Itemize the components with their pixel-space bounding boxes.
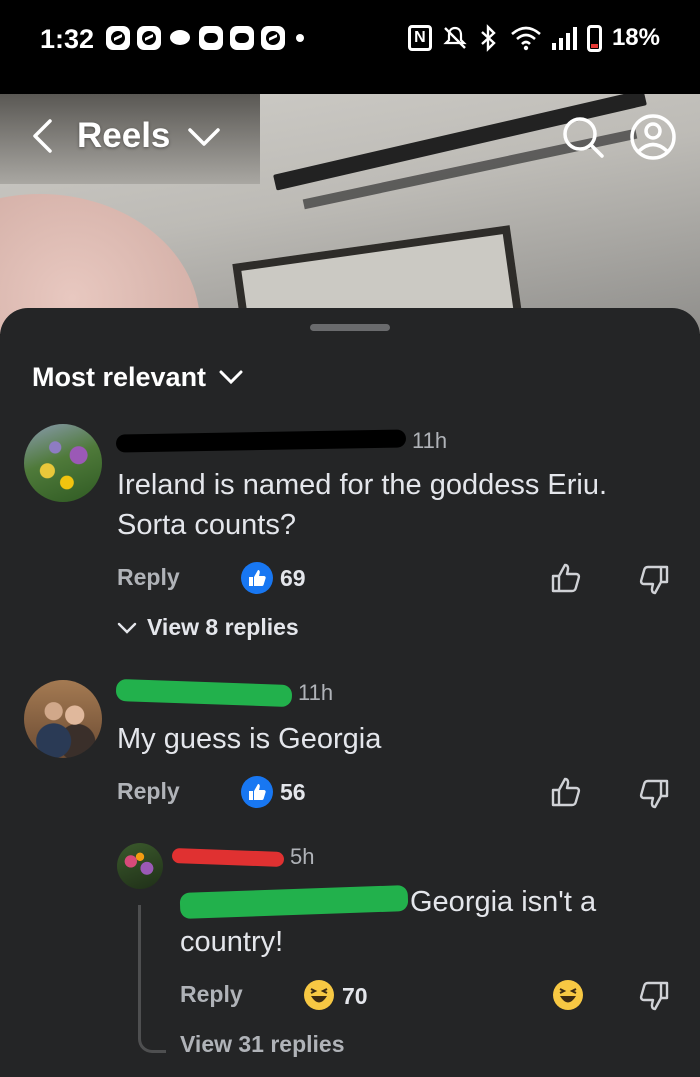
reply-button[interactable]: Reply [117,564,180,591]
avatar[interactable] [24,424,102,502]
discord-icon [199,26,223,50]
reply-button[interactable]: Reply [117,778,180,805]
redacted-author-name [115,429,407,453]
battery-percent: 18% [611,24,660,51]
bluetooth-icon [481,24,496,52]
redacted-mention [179,885,409,919]
chevron-down-icon [117,622,137,634]
comment-timestamp: 11h [298,680,334,705]
comment-author-line: 11h [115,428,448,454]
profile-icon[interactable] [628,112,678,162]
thumbs-up-icon[interactable] [550,561,584,595]
redacted-author-name [171,847,285,867]
comment-timestamp: 11h [412,428,448,453]
page-title[interactable]: Reels [77,116,170,156]
chevron-down-icon[interactable] [186,124,222,150]
thumbs-down-icon[interactable] [636,777,670,811]
reply-timestamp: 5h [290,844,315,869]
nfc-icon: N [407,25,432,51]
thread-connector [138,905,166,1053]
comment-text: Ireland is named for the goddess Eriu. S… [117,469,608,541]
reaction-count[interactable]: 56 [280,779,306,806]
status-time: 1:32 [40,24,95,54]
view-replies-button[interactable]: View 8 replies [117,614,299,641]
top-navigation: Reels [0,94,700,184]
chevron-down-icon [219,370,243,384]
haha-reaction-icon[interactable] [303,979,335,1011]
reaction-count[interactable]: 69 [280,565,306,592]
view-replies-button[interactable]: View 31 replies [180,1031,345,1058]
reaction-count[interactable]: 70 [342,983,368,1010]
like-reaction-icon[interactable] [241,562,273,594]
notification-icons [106,26,304,50]
avatar[interactable] [24,680,102,758]
search-icon[interactable] [560,114,606,160]
wifi-icon [511,26,541,51]
battery-icon [586,24,602,52]
redacted-author-name [115,678,293,708]
thumbs-down-icon[interactable] [636,563,670,597]
reply-author-line: 5h [171,844,315,870]
comment-text: My guess is Georgia [117,723,382,755]
messenger-icon [106,26,130,50]
chat-bubble-icon [168,26,192,50]
signal-icon [551,26,577,50]
sheet-drag-handle[interactable] [310,324,390,331]
sort-label: Most relevant [32,362,207,392]
thumbs-down-icon[interactable] [636,979,670,1013]
status-bar: 1:32 N 18% [0,0,700,94]
discord-icon [230,26,254,50]
reply-text: Georgia isn't a country! [179,885,597,958]
mute-icon [443,26,467,49]
thumbs-up-icon[interactable] [550,775,584,809]
haha-reaction-icon[interactable] [552,979,584,1011]
comment-author-line: 11h [115,678,334,708]
messenger-icon [137,26,161,50]
more-notifications-dot-icon [296,34,304,42]
system-icons: N 18% [407,24,660,52]
messenger-icon [261,26,285,50]
sort-dropdown[interactable]: Most relevant [32,362,244,393]
like-reaction-icon[interactable] [241,776,273,808]
chevron-left-icon[interactable] [28,118,58,154]
avatar[interactable] [117,843,163,889]
reply-button[interactable]: Reply [180,981,243,1008]
